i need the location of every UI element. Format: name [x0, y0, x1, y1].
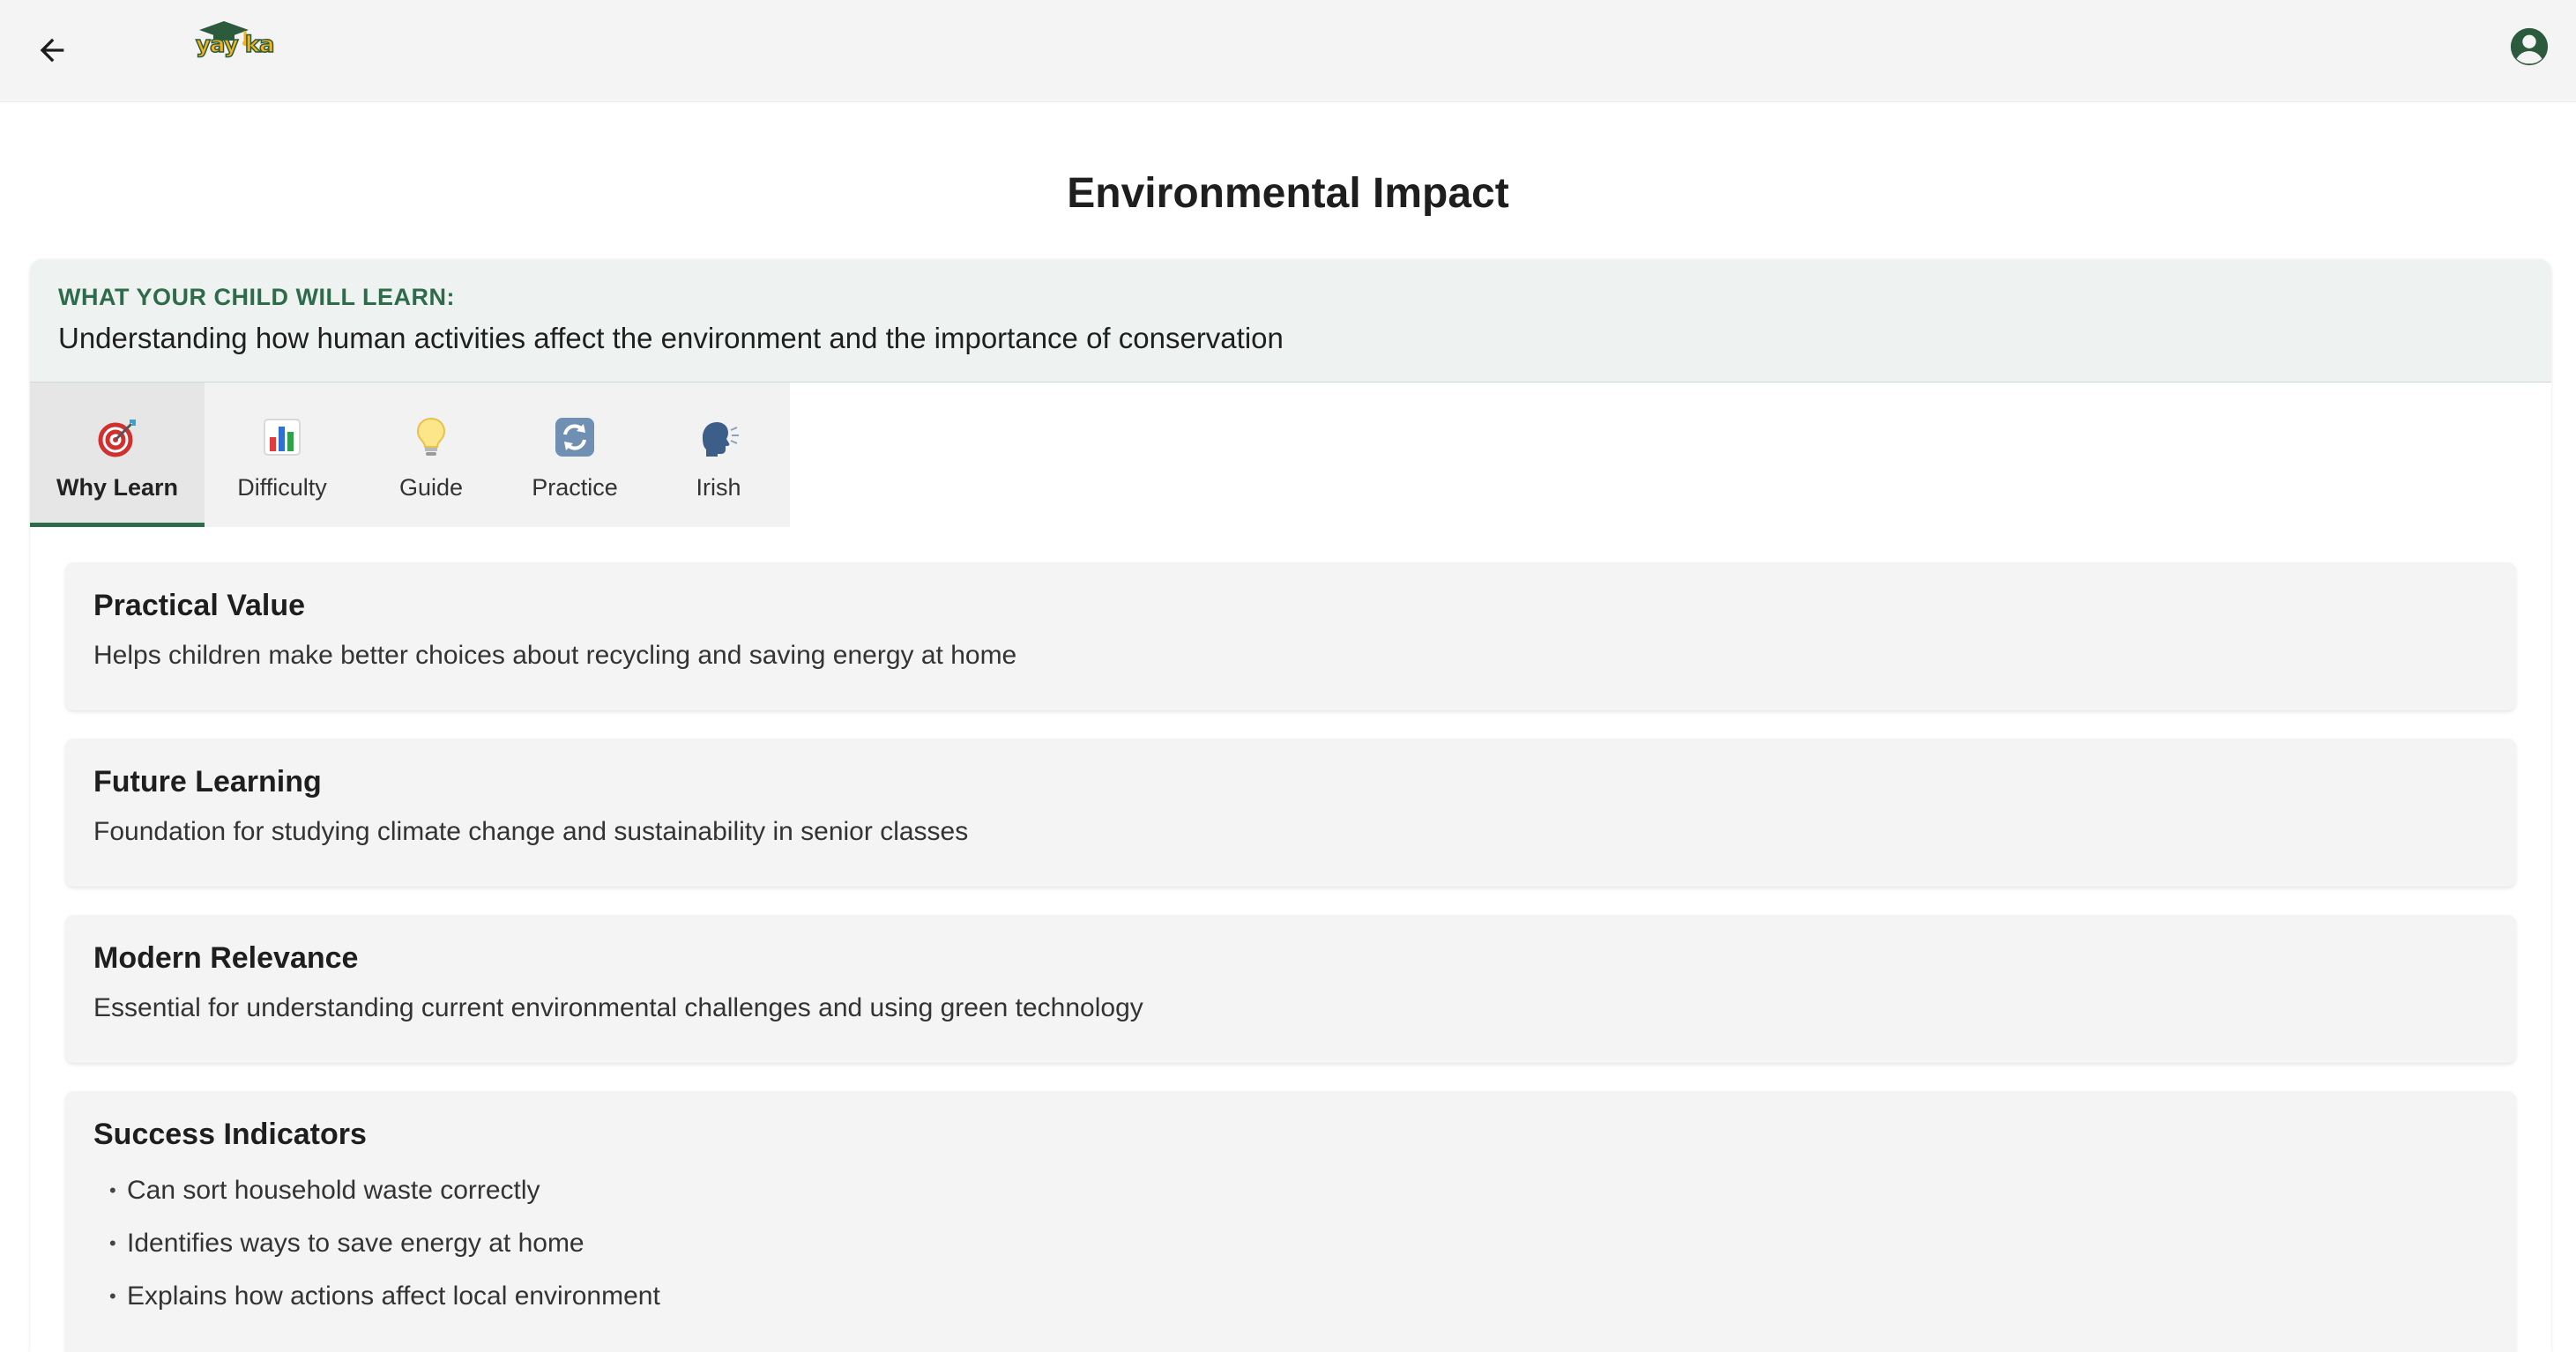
tab-why-learn[interactable]: Why Learn [30, 383, 205, 527]
target-icon [96, 416, 138, 458]
tab-difficulty[interactable]: Difficulty [205, 383, 360, 527]
tab-content: Practical Value Helps children make bett… [30, 527, 2551, 1352]
tab-label: Practice [532, 474, 618, 501]
top-bar: yay ka [0, 0, 2576, 102]
speaking-head-icon [697, 416, 740, 458]
back-button[interactable] [28, 26, 76, 74]
tab-guide[interactable]: Guide [360, 383, 503, 527]
tab-label: Guide [398, 474, 464, 501]
card-text: Foundation for studying climate change a… [93, 817, 969, 846]
learning-objective: WHAT YOUR CHILD WILL LEARN: Understandin… [30, 259, 2551, 383]
card-title: Future Learning [93, 765, 322, 799]
card-text: Helps children make better choices about… [93, 641, 1017, 670]
list-item: Can sort household waste correctly [109, 1164, 2488, 1217]
page-title: Environmental Impact [1067, 170, 1509, 217]
bar-chart-icon [261, 416, 303, 458]
tab-label: Why Learn [56, 474, 179, 501]
list-item: Identifies ways to save energy at home [109, 1217, 2488, 1270]
tab-bar: Why Learn Difficulty Guide Practice Iris… [30, 383, 790, 527]
profile-button[interactable] [2509, 26, 2550, 67]
info-card: Future Learning Foundation for studying … [65, 739, 2516, 887]
tab-label: Difficulty [237, 474, 327, 501]
info-card: Modern Relevance Essential for understan… [65, 915, 2516, 1063]
tab-irish[interactable]: Irish [647, 383, 790, 527]
arrow-left-icon [40, 38, 64, 63]
repeat-icon [554, 416, 596, 458]
user-circle-icon [2510, 27, 2549, 66]
logo-text: yay ka [195, 31, 275, 59]
objective-label: WHAT YOUR CHILD WILL LEARN: [58, 284, 455, 310]
lightbulb-icon [410, 416, 452, 458]
info-card: Practical Value Helps children make bett… [65, 562, 2516, 710]
card-title: Modern Relevance [93, 941, 359, 975]
topic-card: WHAT YOUR CHILD WILL LEARN: Understandin… [30, 259, 2551, 1352]
card-title: Success Indicators [93, 1118, 367, 1151]
tab-label: Irish [696, 474, 741, 501]
success-list: Can sort household waste correctly Ident… [93, 1164, 2488, 1323]
objective-text: Understanding how human activities affec… [58, 322, 1284, 354]
card-text: Essential for understanding current envi… [93, 993, 1143, 1022]
success-indicators-card: Success Indicators Can sort household wa… [65, 1091, 2516, 1352]
card-title: Practical Value [93, 589, 306, 622]
list-item: Explains how actions affect local enviro… [109, 1270, 2488, 1323]
tab-practice[interactable]: Practice [503, 383, 647, 527]
